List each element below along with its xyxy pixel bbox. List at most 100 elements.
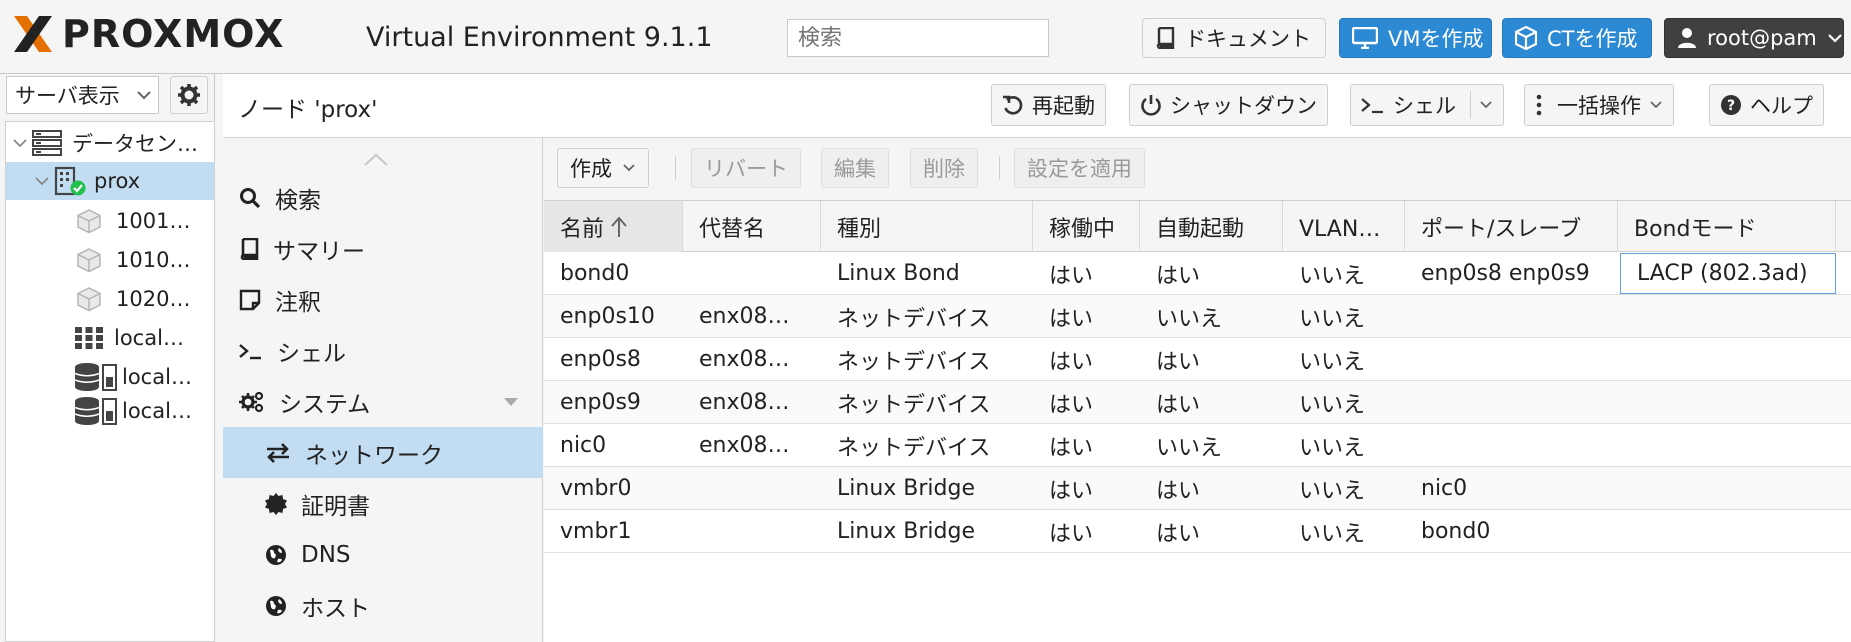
cell-altname: enx0800273b	[699, 390, 799, 415]
table-row[interactable]: enp0s9 enx0800273b ネットデバイス はい はい いいえ	[544, 381, 1851, 424]
view-selector[interactable]: サーバ表示	[6, 76, 159, 114]
revert-button[interactable]: リバート	[691, 148, 801, 188]
cell-ports-slaves	[1405, 338, 1618, 381]
resource-tree-panel: サーバ表示 データセンター prox 1001 (v 1010 (v 1020 …	[0, 74, 215, 642]
menu-item-label: 検索	[275, 187, 321, 214]
tree-item-storage-local-lvm[interactable]: local-lvm (prox)	[6, 392, 214, 430]
tree-item-label: 1020 (vm)	[116, 287, 196, 311]
menu-item-system[interactable]: システム	[223, 376, 543, 427]
shutdown-button[interactable]: シャットダウン	[1129, 84, 1328, 126]
cell-active: はい	[1049, 435, 1094, 461]
column-header-bond-mode[interactable]: Bondモード	[1618, 201, 1836, 252]
tree-item-label: prox	[94, 169, 141, 193]
tree-item-vm-1010[interactable]: 1010 (vm)	[6, 241, 214, 279]
storage-icon	[74, 363, 117, 391]
chevron-down-icon	[13, 139, 27, 148]
documentation-label: ドキュメント	[1185, 27, 1311, 51]
column-header-altname[interactable]: 代替名	[683, 201, 821, 252]
reboot-button[interactable]: 再起動	[991, 84, 1106, 126]
column-header-label: 種別	[837, 216, 882, 242]
table-row[interactable]: enp0s10 enx0800271e ネットデバイス はい いいえ いいえ	[544, 295, 1851, 338]
cell-type: ネットデバイス	[837, 392, 991, 418]
cell-autostart: いいえ	[1156, 435, 1223, 461]
help-button[interactable]: ? ヘルプ	[1709, 84, 1824, 126]
cell-bond-mode	[1618, 424, 1836, 467]
edit-button[interactable]: 編集	[821, 148, 889, 188]
menu-item-hosts[interactable]: ホスト	[223, 580, 543, 631]
tree-item-node-prox[interactable]: prox	[6, 162, 214, 200]
cell-bond-mode	[1618, 381, 1836, 424]
cell-type: ネットデバイス	[837, 435, 991, 461]
user-menu-button[interactable]: root@pam	[1664, 18, 1844, 58]
tree-item-vm-1001[interactable]: 1001 (vm)	[6, 202, 214, 240]
bulk-actions-button[interactable]: 一括操作	[1524, 84, 1674, 126]
sort-ascending-icon	[611, 215, 627, 237]
ellipsis-vertical-icon	[1536, 94, 1542, 116]
shell-label: シェル	[1393, 94, 1456, 118]
menu-item-shell[interactable]: シェル	[223, 325, 543, 376]
proxmox-logo[interactable]: PROXMOX	[10, 12, 284, 56]
globe-icon	[266, 544, 286, 565]
vm-icon	[77, 287, 101, 312]
table-row[interactable]: enp0s8 enx0800272a ネットデバイス はい はい いいえ	[544, 338, 1851, 381]
node-config-menu: 検索 サマリー 注釈 シェル システム ネットワーク 証明書 DNS ホスト	[223, 138, 543, 642]
tree-item-localnetwork[interactable]: localnetwork	[6, 319, 214, 357]
menu-item-notes[interactable]: 注釈	[223, 274, 543, 325]
chevron-down-icon	[1827, 34, 1842, 43]
create-button[interactable]: 作成	[557, 148, 649, 188]
table-row[interactable]: vmbr1 Linux Bridge はい はい いいえ bond0	[544, 510, 1851, 553]
create-vm-button[interactable]: VMを作成	[1339, 18, 1492, 58]
menu-item-certificates[interactable]: 証明書	[223, 478, 543, 529]
global-search-input[interactable]	[787, 19, 1049, 57]
gears-icon	[239, 391, 264, 412]
cell-vlan-aware: いいえ	[1299, 521, 1366, 547]
tree-settings-button[interactable]	[170, 76, 208, 114]
cell-bond-mode	[1618, 295, 1836, 338]
undo-icon	[1003, 95, 1023, 115]
cell-name: vmbr0	[560, 476, 632, 501]
shell-button[interactable]: シェル	[1350, 84, 1504, 126]
cell-name: bond0	[560, 261, 630, 286]
column-header-type[interactable]: 種別	[821, 201, 1033, 252]
logo-text: PROXMOX	[62, 12, 285, 56]
column-header-vlan-aware[interactable]: VLAN対応	[1283, 201, 1405, 252]
gear-icon	[178, 84, 200, 106]
cell-altname	[683, 510, 821, 553]
menu-item-network[interactable]: ネットワーク	[223, 427, 543, 478]
documentation-button[interactable]: ドキュメント	[1142, 18, 1326, 58]
create-label: 作成	[570, 157, 612, 181]
cell-altname	[683, 252, 821, 295]
user-label: root@pam	[1707, 26, 1817, 50]
tree-item-vm-1020[interactable]: 1020 (vm)	[6, 280, 214, 318]
table-row[interactable]: vmbr0 Linux Bridge はい はい いいえ nic0	[544, 467, 1851, 510]
table-row[interactable]: bond0 Linux Bond はい はい いいえ enp0s8 enp0s9…	[544, 252, 1851, 295]
column-header-autostart[interactable]: 自動起動	[1140, 201, 1283, 252]
menu-item-summary[interactable]: サマリー	[223, 223, 543, 274]
power-icon	[1141, 95, 1161, 116]
create-ct-button[interactable]: CTを作成	[1502, 18, 1652, 58]
tree-item-storage-local[interactable]: local (prox)	[6, 358, 214, 396]
cell-bond-mode	[1618, 510, 1836, 553]
apply-configuration-button[interactable]: 設定を適用	[1014, 148, 1145, 188]
question-circle-icon: ?	[1721, 95, 1741, 115]
cell-active: はい	[1049, 306, 1094, 332]
menu-scroll-up-icon[interactable]	[363, 148, 389, 173]
tree-item-datacenter[interactable]: データセンター	[6, 124, 214, 162]
column-header-name[interactable]: 名前	[544, 201, 683, 252]
datacenter-icon	[32, 130, 62, 156]
menu-item-search[interactable]: 検索	[223, 172, 543, 223]
table-row[interactable]: nic0 enx0800274c ネットデバイス はい いいえ いいえ	[544, 424, 1851, 467]
create-vm-label: VMを作成	[1388, 27, 1484, 51]
storage-icon	[74, 397, 117, 425]
node-title: ノード 'prox'	[238, 97, 378, 123]
cell-altname: enx0800271e	[699, 304, 799, 329]
grid-header: 名前 代替名 種別 稼働中 自動起動 VLAN対応 ポート/スレーブ Bondモ…	[544, 201, 1851, 252]
delete-button[interactable]: 削除	[910, 148, 978, 188]
column-header-active[interactable]: 稼働中	[1033, 201, 1140, 252]
menu-item-dns[interactable]: DNS	[223, 529, 543, 580]
help-label: ヘルプ	[1750, 94, 1813, 118]
column-header-ports-slaves[interactable]: ポート/スレーブ	[1405, 201, 1618, 252]
menu-item-label: シェル	[277, 340, 346, 367]
cell-type: Linux Bridge	[837, 476, 975, 501]
menu-item-label: サマリー	[273, 238, 365, 265]
